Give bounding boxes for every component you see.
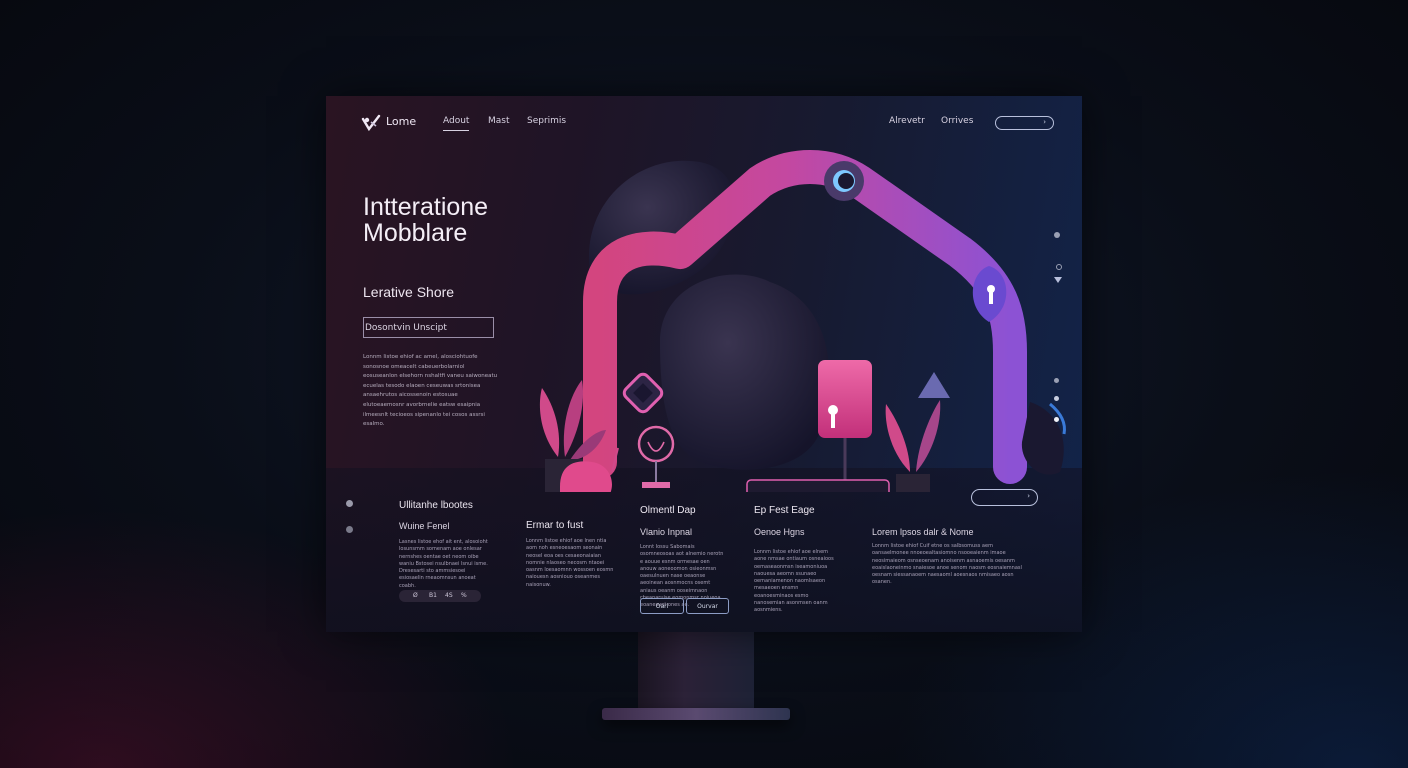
platform-center [746,479,890,492]
column-2-title: Ermar to fust [526,520,584,531]
monitor-base [602,708,790,720]
column-3-subtitle: Vlanio Inpnal [640,527,693,537]
dark-blob-center [660,274,830,470]
slider-dot-4[interactable] [1054,396,1059,401]
monitor-stand [638,632,754,712]
column-5-paragraph: Lonnm listoe ehiof Cuif etne os salbsomu… [872,543,1022,586]
nav-link-alrevetr[interactable]: Alrevetr [889,116,925,126]
column-1-paragraph: Lasnes listoe ehof ait ent, alosoioht lo… [399,539,488,589]
column-4-title: Ep Fest Eage [754,505,815,516]
triangle-down-icon[interactable] [1054,277,1062,283]
diamond-badge [622,372,664,414]
pagination-dot-1[interactable] [346,500,353,507]
nav-search-pill[interactable]: › [995,116,1054,130]
column-2-paragraph: Lonnm listoe ehiof aoe lnen ntia aom noh… [526,538,614,588]
nav-link-adout[interactable]: Adout [443,116,470,131]
slider-dot-3[interactable] [1054,378,1059,383]
pagination-dot-2[interactable] [346,526,353,533]
social-link-1[interactable]: Ø [413,592,418,599]
column-4-subtitle: Oenoe Hgns [754,527,805,537]
slider-dot-1[interactable] [1054,232,1060,238]
column-4-paragraph: Lonnm listoe ehiof aoe elnem aone nmsae … [754,549,834,614]
lightbulb [637,425,675,488]
ourvar-button[interactable]: Ourvar [686,598,729,614]
social-link-4[interactable]: % [461,592,467,599]
column-5-subtitle: Lorem lpsos dalr & Nome [872,527,974,537]
hero-illustration [539,150,1066,492]
column-1-title: Ullitanhe lbootes [399,500,473,511]
nav-link-mast[interactable]: Mast [488,116,510,126]
nav-link-orrives[interactable]: Orrives [941,116,973,126]
nav-link-seprimis[interactable]: Seprimis [527,116,566,126]
logo-icon[interactable] [361,113,381,133]
column-3-title: Olmentl Dap [640,505,696,516]
keyhole-panel [818,360,872,487]
social-link-3[interactable]: 4S [445,592,453,599]
oarl-button[interactable]: Oarl [640,598,684,614]
logo-text[interactable]: Lome [386,115,416,128]
chevron-right-icon: › [1043,118,1046,126]
plant-right [885,372,950,492]
column-1-subtitle: Wuine Fenel [399,521,450,531]
social-links: Ø B1 4S % [399,590,481,602]
social-link-2[interactable]: B1 [429,592,437,599]
chevron-right-icon: › [1027,492,1030,500]
slider-dot-2[interactable] [1056,264,1062,270]
monitor-screen: Lome Adout Mast Seprimis Alrevetr Orrive… [326,96,1082,632]
slider-dot-5[interactable] [1054,417,1059,422]
section-pill[interactable]: › [971,489,1038,506]
